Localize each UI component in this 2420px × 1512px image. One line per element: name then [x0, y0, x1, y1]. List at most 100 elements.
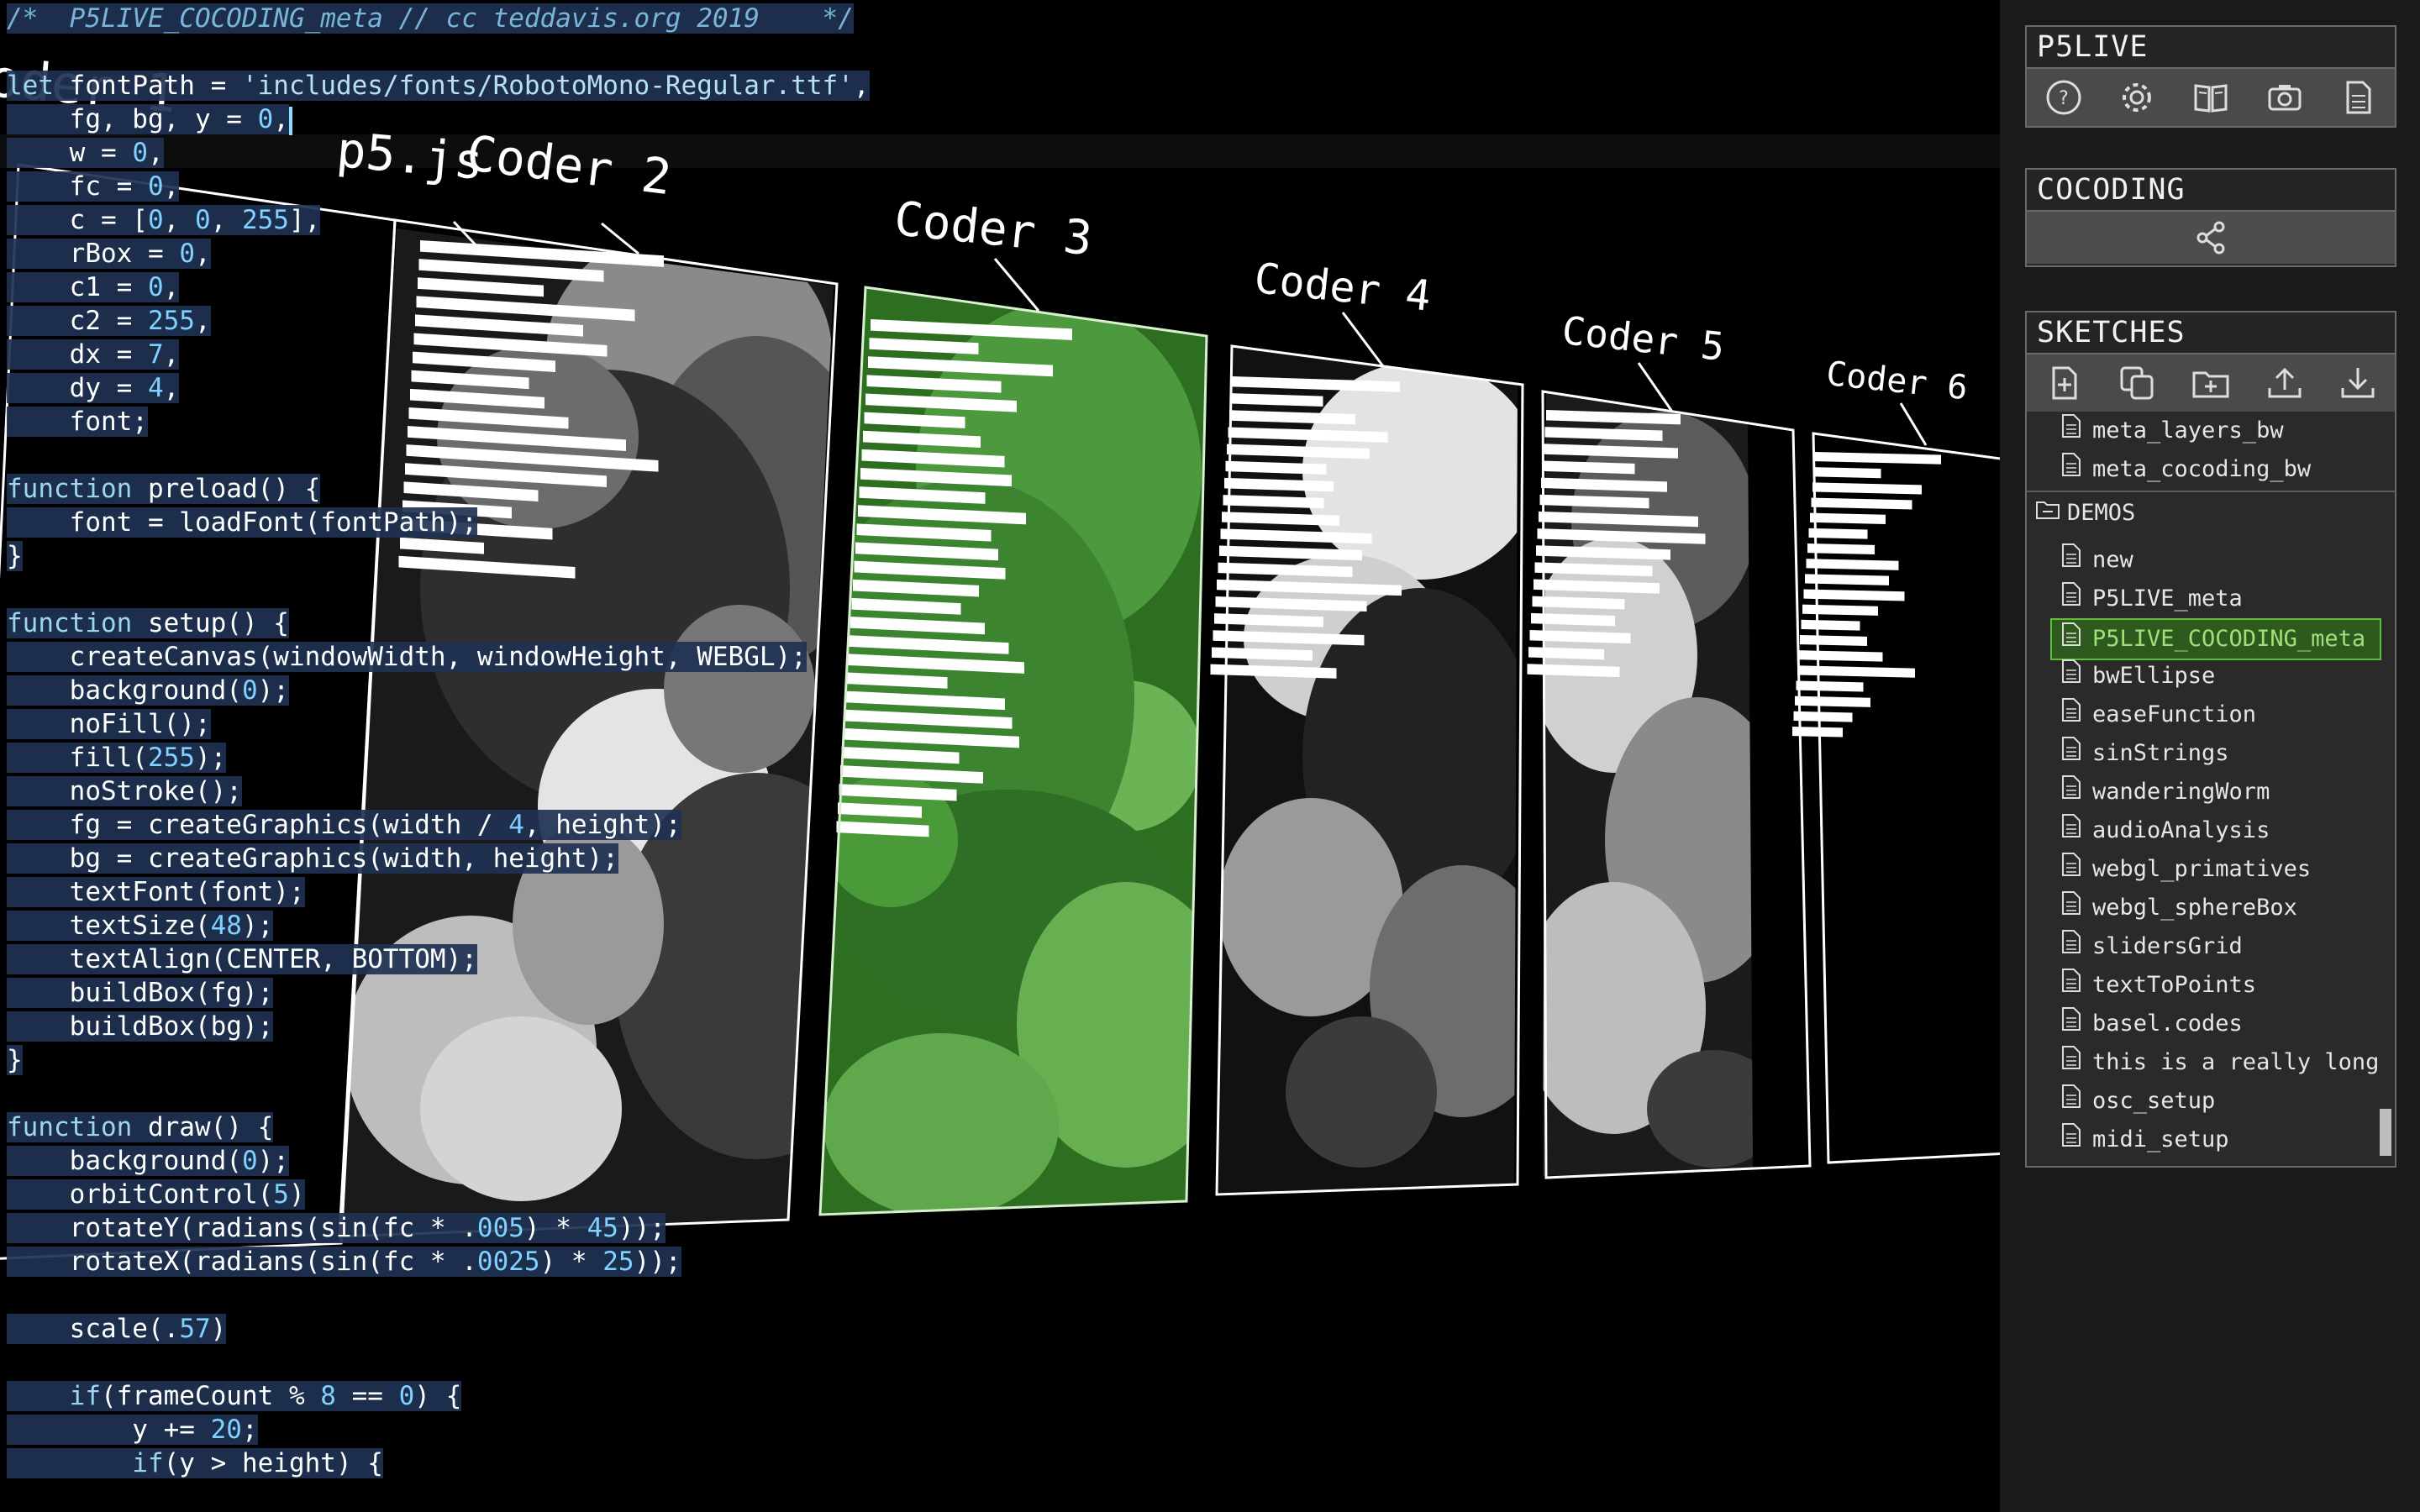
code-line-text: scale(.57)	[7, 1314, 227, 1344]
code-line[interactable]: c1 = 0,	[7, 270, 180, 304]
file-icon	[2060, 812, 2082, 851]
help-icon[interactable]: ?	[2027, 69, 2101, 126]
code-line[interactable]: noStroke();	[7, 774, 242, 808]
code-line[interactable]: function preload() {	[7, 472, 321, 506]
sketch-item[interactable]: easeFunction	[2060, 696, 2256, 734]
code-line[interactable]: rotateX(radians(sin(fc * .0025) * 25));	[7, 1245, 681, 1278]
code-line[interactable]: function setup() {	[7, 606, 289, 640]
sketch-item[interactable]: this is a really long	[2060, 1043, 2379, 1082]
sketch-item[interactable]: meta_cocoding_bw	[2060, 450, 2311, 489]
sketch-item[interactable]: meta_layers_bw	[2060, 412, 2284, 450]
code-line[interactable]: dy = 4,	[7, 371, 180, 405]
code-line[interactable]: textAlign(CENTER, BOTTOM);	[7, 942, 477, 976]
code-line-text: fc = 0,	[7, 171, 180, 202]
new-file-icon[interactable]	[2027, 354, 2101, 412]
code-line[interactable]: fg, bg, y = 0,	[7, 102, 292, 136]
code-line[interactable]: }	[7, 1043, 23, 1077]
sketch-file-list[interactable]: meta_layers_bw meta_cocoding_bw DEMOS new P5…	[2027, 412, 2395, 1156]
sketch-item[interactable]: webgl_sphereBox	[2060, 889, 2297, 927]
code-line[interactable]: if(y > height) {	[7, 1446, 383, 1480]
sketch-item-active[interactable]: P5LIVE_COCODING_meta	[2050, 618, 2381, 660]
duplicate-icon[interactable]	[2101, 354, 2175, 412]
folder-demos[interactable]: DEMOS	[2035, 494, 2135, 533]
code-line[interactable]: bg = createGraphics(width, height);	[7, 842, 618, 875]
rendered-code-bar	[1807, 543, 1875, 555]
download-icon[interactable]	[2321, 354, 2395, 412]
code-line[interactable]: dx = 7,	[7, 338, 180, 371]
share-button[interactable]	[2027, 212, 2395, 264]
settings-icon[interactable]	[2101, 69, 2175, 126]
sketch-item[interactable]: osc_setup	[2060, 1082, 2215, 1121]
sketch-item[interactable]: textToPoints	[2060, 966, 2256, 1005]
sketches-panel: SKETCHES meta_layers_bw meta_cocoding_bw D…	[2025, 311, 2396, 1168]
code-line[interactable]: rotateY(radians(sin(fc * .005) * 45));	[7, 1211, 666, 1245]
code-line[interactable]: noFill();	[7, 707, 211, 741]
text-caret	[288, 106, 292, 135]
code-line[interactable]: textFont(font);	[7, 875, 305, 909]
code-editor[interactable]: /* P5LIVE_COCODING_meta // cc teddavis.o…	[0, 0, 1176, 1512]
sketch-item[interactable]: basel.codes	[2060, 1005, 2243, 1043]
rendered-code-bar	[1815, 451, 1941, 465]
sketch-item-label: this is a really long	[2092, 1049, 2380, 1075]
sketch-item-label: P5LIVE_meta	[2092, 585, 2243, 612]
code-line-text: textFont(font);	[7, 877, 305, 907]
upload-icon[interactable]	[2248, 354, 2322, 412]
sketch-item[interactable]: audioAnalysis	[2060, 811, 2270, 850]
code-line-text: c = [0, 0, 255],	[7, 205, 321, 235]
code-line[interactable]: let fontPath = 'includes/fonts/RobotoMon…	[7, 69, 870, 102]
code-line[interactable]: scale(.57)	[7, 1312, 227, 1346]
sketch-item-label: meta_layers_bw	[2092, 417, 2284, 444]
code-line[interactable]: buildBox(bg);	[7, 1010, 274, 1043]
code-line-text: function preload() {	[7, 474, 321, 504]
code-line[interactable]: rBox = 0,	[7, 237, 211, 270]
code-line[interactable]: c2 = 255,	[7, 304, 211, 338]
code-line[interactable]: textSize(48);	[7, 909, 274, 942]
code-line[interactable]: }	[7, 539, 23, 573]
code-line-text: textSize(48);	[7, 911, 274, 941]
code-line-text: background(0);	[7, 1146, 289, 1176]
scrollbar-thumb[interactable]	[2380, 1109, 2391, 1156]
sketch-item[interactable]: P5LIVE_meta	[2060, 580, 2243, 618]
code-line[interactable]: c = [0, 0, 255],	[7, 203, 321, 237]
code-line-text: if(y > height) {	[7, 1448, 383, 1478]
code-line-text: dx = 7,	[7, 339, 180, 370]
code-line[interactable]: fg = createGraphics(width / 4, height);	[7, 808, 681, 842]
sketch-item[interactable]: new	[2060, 541, 2133, 580]
code-line[interactable]: background(0);	[7, 1144, 289, 1178]
sketch-item[interactable]: midi_setup	[2060, 1121, 2229, 1159]
code-line[interactable]: font;	[7, 405, 148, 438]
rendered-code-bar	[1802, 604, 1878, 616]
code-line[interactable]: fill(255);	[7, 741, 227, 774]
sketch-item[interactable]: wanderingWorm	[2060, 773, 2270, 811]
code-line[interactable]: /* P5LIVE_COCODING_meta // cc teddavis.o…	[7, 2, 854, 35]
sketch-item[interactable]: slidersGrid	[2060, 927, 2243, 966]
sketches-title: SKETCHES	[2027, 312, 2395, 354]
code-line[interactable]: createCanvas(windowWidth, windowHeight, …	[7, 640, 807, 674]
rendered-code-bar	[1795, 696, 1870, 707]
code-line[interactable]: buildBox(fg);	[7, 976, 274, 1010]
code-line[interactable]: w = 0,	[7, 136, 164, 170]
code-line[interactable]: function draw() {	[7, 1110, 274, 1144]
code-line[interactable]: fc = 0,	[7, 170, 180, 203]
camera-icon[interactable]	[2248, 69, 2322, 126]
sketch-item-label: slidersGrid	[2092, 933, 2243, 959]
code-line[interactable]: background(0);	[7, 674, 289, 707]
sketch-item-label: osc_setup	[2092, 1088, 2216, 1114]
code-line[interactable]: font = loadFont(fontPath);	[7, 506, 477, 539]
p5live-title: P5LIVE	[2027, 27, 2395, 69]
sketch-item[interactable]: webgl_primatives	[2060, 850, 2311, 889]
new-folder-icon[interactable]	[2174, 354, 2248, 412]
sketch-item[interactable]: sinStrings	[2060, 734, 2229, 773]
code-line[interactable]: y += 20;	[7, 1413, 258, 1446]
rendered-code-bar	[1808, 528, 1868, 539]
code-line-text: fg, bg, y = 0,	[7, 104, 289, 134]
reference-book-icon[interactable]	[2174, 69, 2248, 126]
code-line-text: /* P5LIVE_COCODING_meta // cc teddavis.o…	[7, 3, 854, 34]
folder-open-icon	[2035, 495, 2060, 533]
code-line[interactable]: if(frameCount % 8 == 0) {	[7, 1379, 462, 1413]
code-line-text: if(frameCount % 8 == 0) {	[7, 1381, 462, 1411]
document-icon[interactable]	[2321, 69, 2395, 126]
code-line-text: rotateX(radians(sin(fc * .0025) * 25));	[7, 1247, 681, 1277]
code-line[interactable]: orbitControl(5)	[7, 1178, 305, 1211]
sketch-item[interactable]: bwEllipse	[2060, 657, 2215, 696]
